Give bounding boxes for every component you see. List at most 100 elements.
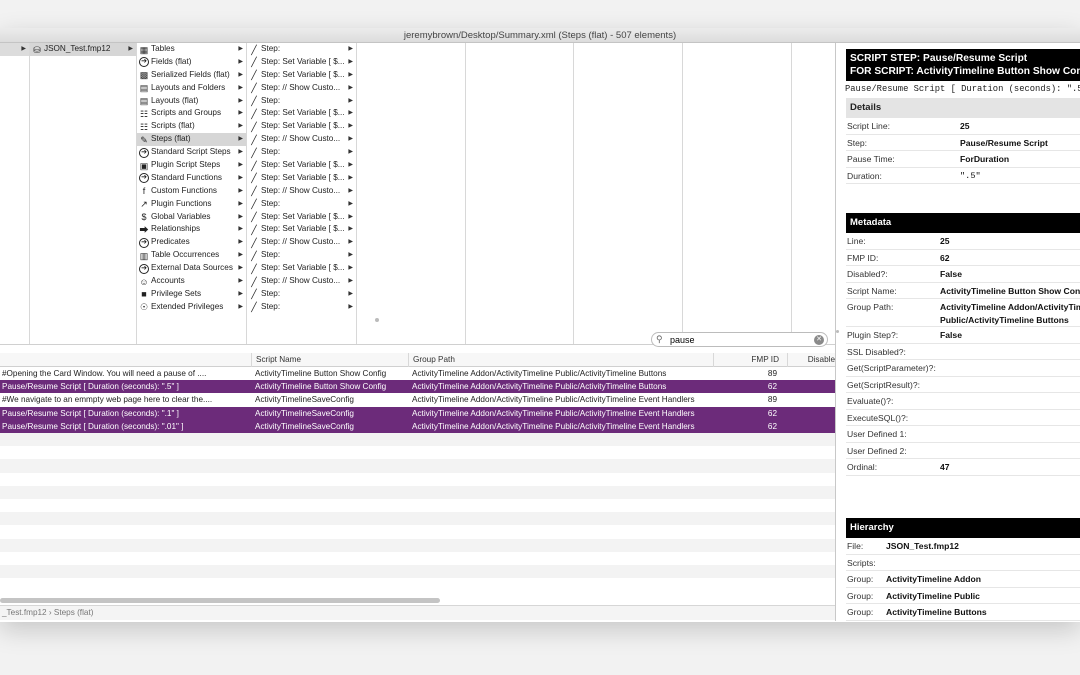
column-header-fmp-id[interactable]: FMP ID [713, 353, 787, 367]
table-cell: #Opening the Card Window. You will need … [2, 369, 207, 378]
step-item[interactable]: ╱ Step: Set Variable [ $... ▶ [247, 211, 356, 224]
step-item[interactable]: ╱ Step: Set Variable [ $... ▶ [247, 120, 356, 133]
metadata-section: Metadata Line: 25 FMP ID: 62 Disabled?: False… [846, 213, 1080, 476]
category-item[interactable]: ➔ External Data Sources ▶ [137, 262, 246, 275]
property-key: Duration: [847, 170, 882, 181]
browser-column-1: ⛁ JSON_Test.fmp12 ▶ [30, 43, 137, 344]
category-item[interactable]: ☺ Accounts ▶ [137, 275, 246, 288]
property-key: User Defined 2: [847, 445, 907, 456]
step-item[interactable]: ╱ Step: // Show Custo... ▶ [247, 185, 356, 198]
property-row: Line: 25 [846, 233, 1080, 250]
file-item[interactable]: ⛁ JSON_Test.fmp12 ▶ [30, 43, 136, 56]
step-item[interactable]: ╱ Step: // Show Custo... ▶ [247, 275, 356, 288]
table-row[interactable] [0, 459, 835, 473]
property-row: Script Line: 25 [846, 118, 1080, 135]
key-icon: ☉ [139, 302, 149, 313]
step-item[interactable]: ╱ Step: Set Variable [ $... ▶ [247, 223, 356, 236]
step-label: Step: [261, 250, 281, 260]
step-label: Step: // Show Custo... [261, 237, 341, 247]
step-item[interactable]: ╱ Step: Set Variable [ $... ▶ [247, 107, 356, 120]
clear-search-icon[interactable]: ✕ [814, 335, 824, 345]
chevron-right-icon: ▶ [238, 213, 243, 220]
table-row[interactable] [0, 499, 835, 512]
table-row[interactable] [0, 552, 835, 565]
column-header-script-name[interactable]: Script Name [251, 353, 408, 367]
step-item[interactable]: ╱ Step: Set Variable [ $... ▶ [247, 69, 356, 82]
search-field[interactable]: ⚲ ✕ [651, 332, 828, 347]
detail-panel: SCRIPT STEP: Pause/Resume Script FOR SCR… [840, 43, 1080, 621]
step-item[interactable]: ╱ Step: ▶ [247, 43, 356, 56]
category-item[interactable]: ▥ Table Occurrences ▶ [137, 249, 246, 262]
property-value: ForDuration [960, 154, 1010, 164]
table-row[interactable] [0, 512, 835, 526]
step-item[interactable]: ╱ Step: // Show Custo... ▶ [247, 133, 356, 146]
table-row[interactable]: Pause/Resume Script [ Duration (seconds)… [0, 419, 835, 433]
category-item[interactable]: $ Global Variables ▶ [137, 211, 246, 224]
step-item[interactable]: ╱ Step: ▶ [247, 288, 356, 301]
category-item[interactable]: ☷ Scripts and Groups ▶ [137, 107, 246, 120]
step-item[interactable]: ╱ Step: Set Variable [ $... ▶ [247, 159, 356, 172]
step-item[interactable]: ╱ Step: Set Variable [ $... ▶ [247, 262, 356, 275]
circle-arrow-icon: ➔ [139, 263, 149, 274]
category-item[interactable]: ▤ Layouts and Folders ▶ [137, 82, 246, 95]
category-item[interactable]: ▤ Layouts (flat) ▶ [137, 95, 246, 108]
category-item[interactable]: ▣ Plugin Script Steps ▶ [137, 159, 246, 172]
step-item[interactable]: ╱ Step: // Show Custo... ▶ [247, 82, 356, 95]
table-row[interactable] [0, 485, 835, 499]
table-row[interactable] [0, 565, 835, 579]
table-cell: Pause/Resume Script [ Duration (seconds)… [2, 421, 184, 431]
table-row[interactable]: #We navigate to an emmpty web page here … [0, 393, 835, 406]
step-label: Step: Set Variable [ $... [261, 172, 345, 182]
category-item[interactable]: ➔ Predicates ▶ [137, 236, 246, 249]
step-item[interactable]: ╱ Step: ▶ [247, 95, 356, 108]
category-item[interactable]: ➔ Standard Script Steps ▶ [137, 146, 246, 159]
chevron-right-icon: ▶ [348, 265, 353, 272]
table-row[interactable] [0, 473, 835, 486]
category-item[interactable]: ✎ Steps (flat) ▶ [137, 133, 246, 147]
column-header-text[interactable] [0, 353, 252, 367]
table-row[interactable]: Pause/Resume Script [ Duration (seconds)… [0, 380, 835, 394]
chevron-right-icon: ▶ [348, 136, 353, 143]
step-item[interactable]: ╱ Step: ▶ [247, 249, 356, 262]
step-item[interactable]: ╱ Step: ▶ [247, 146, 356, 159]
category-item[interactable]: ⮕ Relationships ▶ [137, 223, 246, 236]
chevron-right-icon: ▶ [348, 252, 353, 259]
step-item[interactable]: ╱ Step: ▶ [247, 301, 356, 314]
table-row[interactable] [0, 525, 835, 538]
step-label: Step: Set Variable [ $... [261, 56, 345, 66]
table-row[interactable]: Pause/Resume Script [ Duration (seconds)… [0, 406, 835, 420]
category-item[interactable]: ■ Privilege Sets ▶ [137, 288, 246, 301]
property-key: Group Path: [847, 302, 894, 312]
column-0-selected[interactable]: ▶ [0, 43, 29, 56]
category-item[interactable]: ☉ Extended Privileges ▶ [137, 301, 246, 314]
search-input[interactable] [670, 334, 810, 346]
step-item[interactable]: ╱ Step: Set Variable [ $... ▶ [247, 56, 356, 69]
category-item[interactable]: ▩ Serialized Fields (flat) ▶ [137, 69, 246, 82]
table-row[interactable] [0, 446, 835, 459]
category-item[interactable]: f Custom Functions ▶ [137, 185, 246, 198]
step-item[interactable]: ╱ Step: // Show Custo... ▶ [247, 236, 356, 249]
table-row[interactable] [0, 433, 835, 447]
table-row[interactable] [0, 538, 835, 552]
fx-icon: f [142, 186, 146, 197]
step-code: Pause/Resume Script [ Duration (seconds)… [845, 84, 1080, 94]
table-row[interactable]: #Opening the Card Window. You will need … [0, 367, 835, 380]
step-item[interactable]: ╱ Step: ▶ [247, 198, 356, 211]
horizontal-scrollbar[interactable] [0, 598, 440, 603]
pen-icon: ╱ [251, 237, 257, 248]
step-item[interactable]: ╱ Step: Set Variable [ $... ▶ [247, 172, 356, 185]
panel-divider-handle[interactable] [836, 330, 839, 333]
category-label: Plugin Functions [151, 198, 212, 208]
table-cell: 62 [767, 421, 777, 431]
table-cell: ActivityTimelineSaveConfig [255, 395, 354, 405]
category-item[interactable]: ➔ Standard Functions ▶ [137, 172, 246, 185]
person-icon: ☺ [139, 276, 149, 287]
table-row[interactable] [0, 578, 835, 591]
category-item[interactable]: ➔ Fields (flat) ▶ [137, 56, 246, 69]
column-header-group-path[interactable]: Group Path [408, 353, 713, 367]
splitter-handle[interactable] [375, 318, 379, 322]
category-item[interactable]: ☷ Scripts (flat) ▶ [137, 120, 246, 133]
category-item[interactable]: ▦ Tables ▶ [137, 43, 246, 56]
column-header-disabled[interactable]: Disable [787, 353, 835, 367]
category-item[interactable]: ↗ Plugin Functions ▶ [137, 198, 246, 211]
